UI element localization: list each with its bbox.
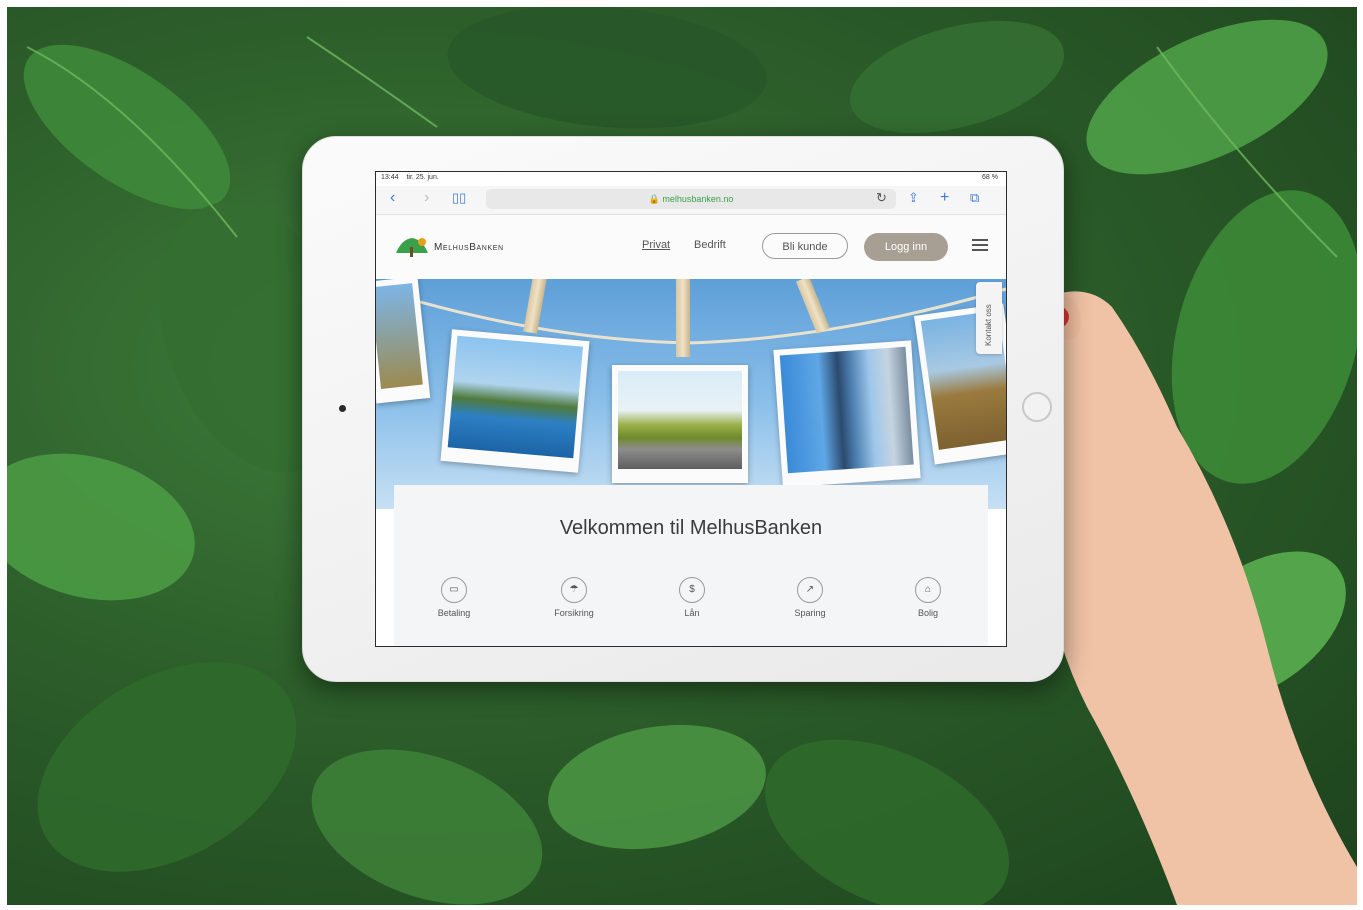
tree-logo-icon [396, 238, 428, 257]
address-bar[interactable]: 🔒 melhusbanken.no [486, 189, 896, 209]
category-betaling[interactable]: ▭ Betaling [414, 577, 494, 618]
bookmarks-icon[interactable]: ▯▯ [452, 189, 466, 207]
reload-icon[interactable]: ↻ [876, 189, 887, 207]
hero-banner [376, 279, 1006, 509]
kontakt-oss-tab[interactable]: Kontakt oss [976, 282, 1002, 354]
front-camera [339, 405, 346, 412]
umbrella-icon: ☂ [561, 577, 587, 603]
lock-icon: 🔒 [648, 194, 660, 204]
logo-wordmark[interactable]: MelhusBanken [434, 242, 504, 253]
welcome-heading: Velkommen til MelhusBanken [559, 517, 823, 539]
bli-kunde-button[interactable]: Bli kunde [762, 233, 848, 259]
forward-icon[interactable]: › [424, 189, 429, 207]
category-label: Bolig [917, 608, 938, 618]
photo-skyscrapers [773, 340, 921, 488]
category-label: Forsikring [554, 608, 594, 618]
clothespin [676, 279, 690, 357]
tablet-device: 13:44 tir. 25. jun. 68 % ‹ › ▯▯ 🔒 melhus… [302, 136, 1064, 682]
site-header: MelhusBanken Privat Bedrift Bli kunde Lo… [376, 215, 1006, 279]
welcome-card: Velkommen til MelhusBanken ▭ Betaling ☂ … [394, 485, 988, 646]
photo-road [612, 365, 748, 483]
category-lan[interactable]: $ Lån [652, 577, 732, 618]
status-clock: 13:44 [381, 174, 399, 181]
status-date: tir. 25. jun. [406, 174, 439, 181]
tablet-screen: 13:44 tir. 25. jun. 68 % ‹ › ▯▯ 🔒 melhus… [375, 171, 1007, 647]
status-bar: 13:44 tir. 25. jun. 68 % [376, 172, 1006, 186]
photo-sailboat [440, 329, 590, 473]
category-label: Betaling [437, 608, 471, 618]
category-label: Sparing [794, 608, 826, 618]
logg-inn-button[interactable]: Logg inn [864, 233, 948, 261]
growth-chart-icon: ↗ [797, 577, 823, 603]
house-icon: ⌂ [915, 577, 941, 603]
category-sparing[interactable]: ↗ Sparing [770, 577, 850, 618]
home-button[interactable] [1022, 392, 1052, 422]
category-label: Lån [684, 608, 700, 618]
kontakt-oss-label: Kontakt oss [984, 304, 993, 346]
category-bolig[interactable]: ⌂ Bolig [888, 577, 968, 618]
tabs-icon[interactable]: ⧉ [970, 189, 979, 207]
new-tab-icon[interactable]: + [940, 189, 949, 207]
back-icon[interactable]: ‹ [390, 189, 395, 207]
status-time: 13:44 tir. 25. jun. [381, 174, 439, 181]
browser-toolbar: ‹ › ▯▯ 🔒 melhusbanken.no ↻ ⇪ + ⧉ [376, 186, 1006, 215]
battery-indicator: 68 % [982, 174, 998, 181]
hamburger-menu-icon[interactable] [972, 239, 988, 254]
url-text: melhusbanken.no [662, 194, 734, 204]
category-forsikring[interactable]: ☂ Forsikring [534, 577, 614, 618]
nav-bedrift[interactable]: Bedrift [694, 239, 726, 251]
share-icon[interactable]: ⇪ [908, 189, 919, 207]
nav-privat[interactable]: Privat [642, 239, 670, 251]
card-icon: ▭ [441, 577, 467, 603]
money-bag-icon: $ [679, 577, 705, 603]
